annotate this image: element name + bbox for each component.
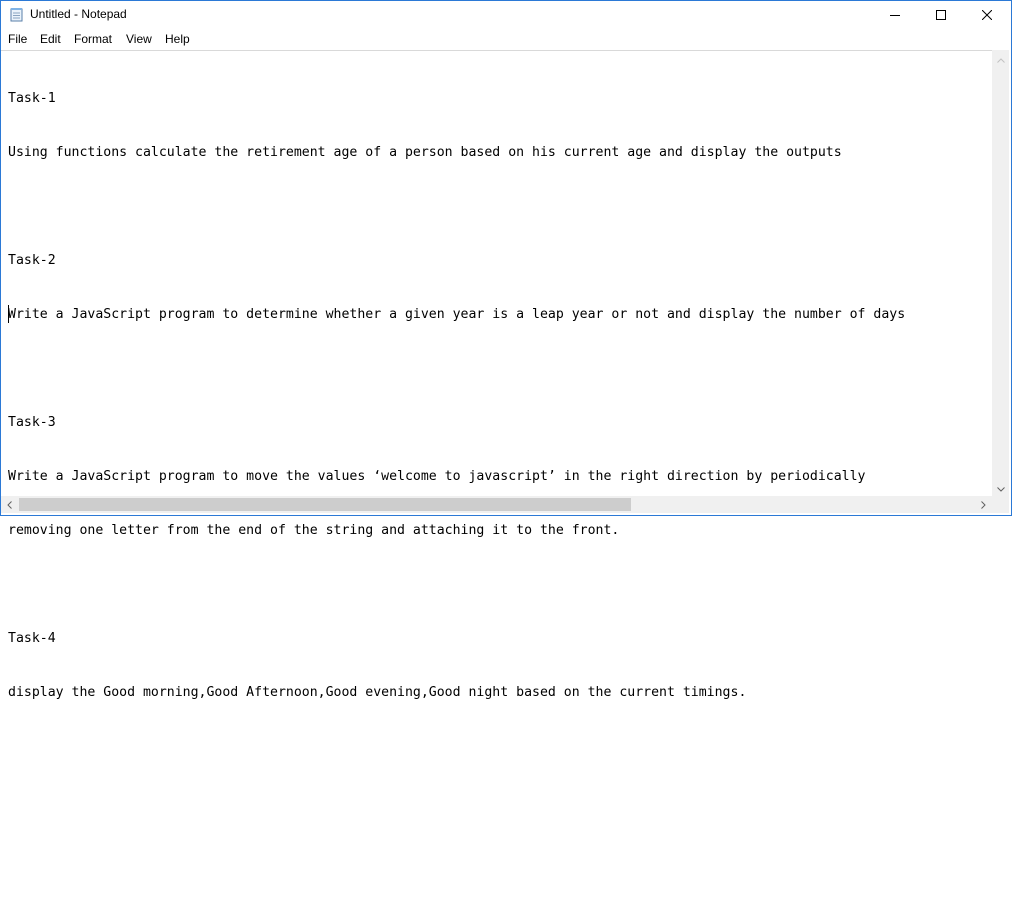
scroll-left-button[interactable] (1, 496, 18, 513)
minimize-icon (890, 10, 900, 20)
maximize-icon (936, 10, 946, 20)
menu-view[interactable]: View (126, 32, 152, 46)
minimize-button[interactable] (872, 1, 918, 29)
horizontal-scrollbar[interactable] (1, 496, 992, 513)
text-line: Task-3 (8, 415, 56, 430)
window-title: Untitled - Notepad (30, 7, 127, 21)
chevron-up-icon (996, 50, 1005, 68)
text-line: display the Good morning,Good Afternoon,… (8, 685, 747, 700)
document-text[interactable]: Task-1 Using functions calculate the ret… (8, 54, 992, 900)
menu-edit[interactable]: Edit (40, 32, 61, 46)
text-line: removing one letter from the end of the … (8, 523, 620, 538)
text-line: Task-1 (8, 91, 56, 106)
text-line: Task-2 (8, 253, 56, 268)
text-line: Write a JavaScript program to move the v… (8, 469, 866, 484)
title-bar[interactable]: Untitled - Notepad (1, 1, 1011, 29)
scroll-right-button[interactable] (975, 496, 992, 513)
notepad-icon[interactable] (10, 7, 24, 22)
notepad-window: Untitled - Notepad File Edit Format View… (0, 0, 1012, 700)
text-line: Using functions calculate the retirement… (8, 145, 842, 160)
maximize-button[interactable] (918, 1, 964, 29)
menu-file[interactable]: File (8, 32, 27, 46)
text-caret (8, 305, 9, 323)
menu-bar: File Edit Format View Help (1, 30, 1011, 49)
text-line (8, 846, 992, 864)
close-icon (982, 10, 992, 20)
scroll-up-button[interactable] (992, 50, 1009, 67)
chevron-right-icon (981, 496, 986, 514)
scrollbar-corner (992, 496, 1009, 513)
scroll-down-button[interactable] (992, 479, 1009, 496)
text-line: Task-4 (8, 631, 56, 646)
text-line (8, 576, 992, 594)
text-line (8, 360, 992, 378)
horizontal-scroll-thumb[interactable] (19, 498, 631, 511)
chevron-down-icon (996, 479, 1005, 497)
close-button[interactable] (964, 1, 1010, 29)
text-line: Write a JavaScript program to determine … (8, 307, 906, 322)
vertical-scrollbar[interactable] (992, 50, 1009, 496)
chevron-left-icon (7, 496, 12, 514)
text-line (8, 198, 992, 216)
text-editor[interactable]: Task-1 Using functions calculate the ret… (1, 50, 992, 700)
menu-format[interactable]: Format (74, 32, 112, 46)
text-line (8, 738, 992, 756)
menu-help[interactable]: Help (165, 32, 190, 46)
text-line (8, 792, 992, 810)
